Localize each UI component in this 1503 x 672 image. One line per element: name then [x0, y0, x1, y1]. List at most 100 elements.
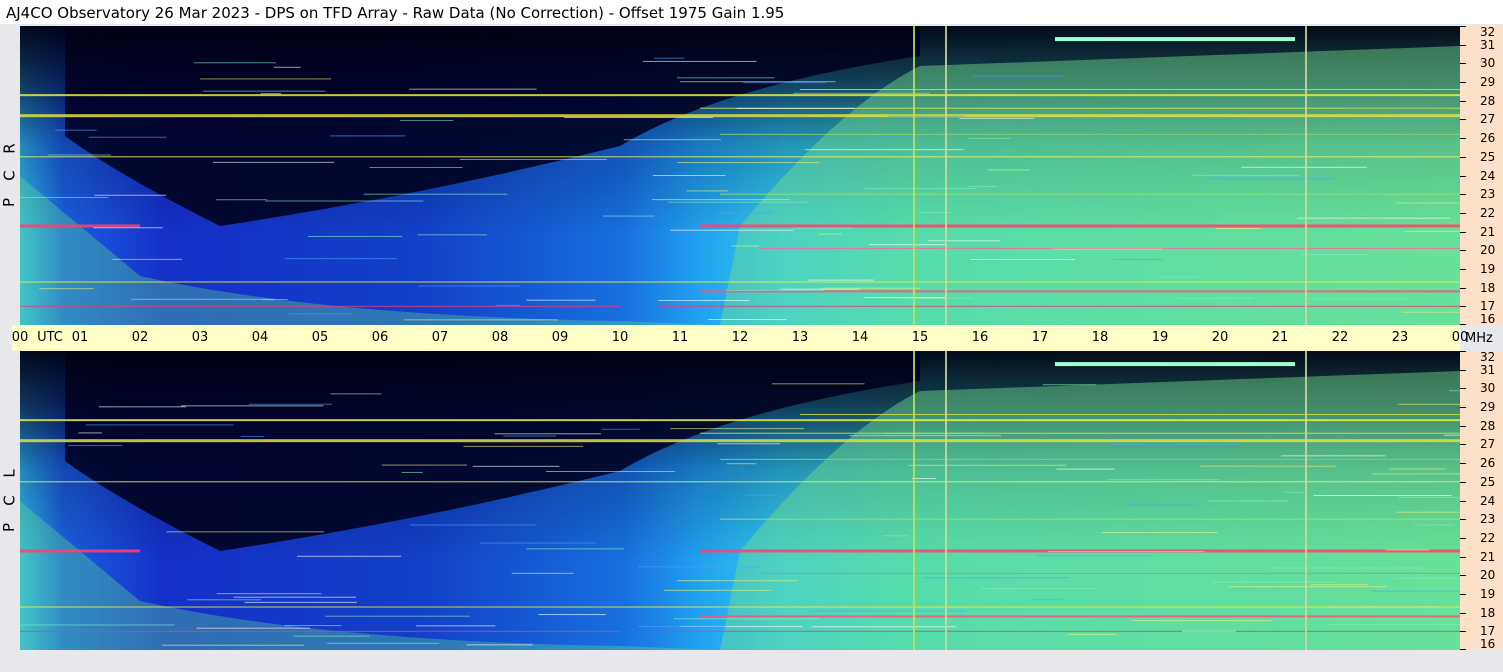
vertical-interference — [945, 26, 947, 325]
utc-tick-label: 18 — [1091, 330, 1109, 345]
speckle-line — [676, 77, 775, 79]
utc-unit-label: UTC — [37, 330, 63, 345]
spectral-band — [20, 419, 1460, 422]
mhz-tick-label: 30 — [1480, 381, 1496, 396]
speckle-line — [112, 258, 183, 260]
mhz-tick-label: 16 — [1480, 637, 1496, 651]
mhz-tick-label: 24 — [1480, 168, 1496, 183]
speckle-line — [248, 403, 333, 405]
lcp-spectrogram-svg — [20, 351, 1460, 650]
spectral-band — [20, 94, 1460, 97]
speckle-line — [1101, 532, 1219, 534]
spectral-band — [700, 432, 1460, 434]
mhz-tick-label: 21 — [1480, 224, 1496, 239]
rcp-spectrogram-svg — [20, 26, 1460, 325]
speckle-line — [416, 625, 496, 627]
mhz-tick-label: 20 — [1480, 568, 1496, 583]
speckle-line — [1413, 524, 1454, 526]
speckle-line — [526, 299, 596, 301]
speckle-line — [658, 299, 750, 301]
speckle-line — [273, 66, 301, 68]
speckle-line — [1444, 434, 1460, 436]
speckle-line — [39, 288, 94, 290]
mhz-tick-label: 19 — [1480, 261, 1496, 276]
lcp-mhz-axis: 16 17 18 19 20 21 22 23 24 25 26 27 28 29 30 31 32 — [1460, 351, 1503, 650]
mhz-tick-label: 27 — [1480, 112, 1496, 127]
mhz-tick-label: 25 — [1480, 474, 1496, 489]
speckle-line — [1370, 590, 1460, 592]
speckle-line — [511, 572, 574, 574]
utc-tick-label: 03 — [191, 330, 209, 345]
speckle-line — [1182, 630, 1236, 632]
speckle-line — [538, 614, 606, 616]
spectral-band — [700, 615, 1460, 618]
speckle-line — [849, 435, 1001, 437]
mhz-tick — [1460, 556, 1466, 558]
speckle-line — [1307, 298, 1408, 300]
speckle-line — [187, 599, 262, 601]
rcp-letter-r: R — [0, 143, 19, 154]
mhz-tick — [1460, 612, 1466, 614]
speckle-line — [1192, 174, 1299, 176]
speckle-line — [260, 93, 282, 95]
spectral-band — [660, 630, 1460, 632]
mhz-tick — [1460, 425, 1466, 427]
speckle-line — [200, 78, 332, 80]
mhz-tick-label: 29 — [1480, 75, 1496, 90]
speckle-line — [85, 424, 234, 426]
speckle-line — [966, 186, 998, 188]
mhz-tick-label: 31 — [1480, 37, 1496, 52]
spectral-band — [20, 114, 1460, 118]
vertical-interference — [913, 26, 915, 325]
speckle-line — [162, 644, 305, 646]
speckle-line — [1385, 549, 1430, 551]
speckle-line — [882, 535, 909, 537]
mhz-tick-label: 24 — [1480, 493, 1496, 508]
speckle-line — [912, 297, 947, 299]
speckle-line — [973, 75, 1064, 77]
speckle-line — [1127, 504, 1197, 506]
speckle-line — [401, 471, 423, 473]
vertical-interference — [1305, 351, 1307, 650]
speckle-line — [780, 288, 860, 290]
speckle-line — [793, 92, 930, 94]
mhz-tick-label: 29 — [1480, 400, 1496, 415]
speckle-line — [1313, 494, 1452, 496]
utc-tick-label: 07 — [431, 330, 449, 345]
speckle-line — [20, 197, 109, 199]
speckle-line — [1074, 258, 1164, 260]
speckle-line — [676, 580, 797, 582]
mhz-tick — [1460, 268, 1466, 270]
speckle-line — [1398, 496, 1460, 498]
speckle-line — [981, 588, 1099, 590]
utc-tick-label: 13 — [791, 330, 809, 345]
speckle-line — [670, 428, 805, 430]
lcp-letter-p: P — [0, 522, 19, 533]
spectral-band — [720, 193, 1460, 195]
mhz-tick-label: 32 — [1480, 350, 1496, 364]
mhz-unit-label: MHz — [1465, 331, 1493, 346]
speckle-line — [877, 136, 918, 138]
mhz-tick-label: 32 — [1480, 25, 1496, 39]
speckle-line — [1283, 491, 1304, 493]
speckle-line — [1395, 577, 1460, 579]
spectral-burst — [1055, 37, 1295, 42]
speckle-line — [329, 135, 405, 137]
speckle-line — [288, 313, 351, 315]
speckle-line — [496, 304, 520, 306]
utc-tick-label: 20 — [1211, 330, 1229, 345]
speckle-line — [959, 117, 1035, 119]
utc-tick-label: 15 — [911, 330, 929, 345]
speckle-line — [1209, 178, 1334, 180]
speckle-line — [1031, 598, 1063, 600]
spectral-band — [800, 89, 1460, 91]
utc-tick-label: 23 — [1391, 330, 1409, 345]
mhz-tick-label: 20 — [1480, 243, 1496, 258]
speckle-line — [686, 190, 729, 192]
speckle-line — [326, 642, 440, 644]
mhz-tick-label: 19 — [1480, 586, 1496, 601]
speckle-line — [466, 644, 533, 646]
utc-tick-label: 00 — [11, 330, 29, 345]
speckle-line — [1395, 202, 1460, 204]
utc-tick-label: 02 — [131, 330, 149, 345]
